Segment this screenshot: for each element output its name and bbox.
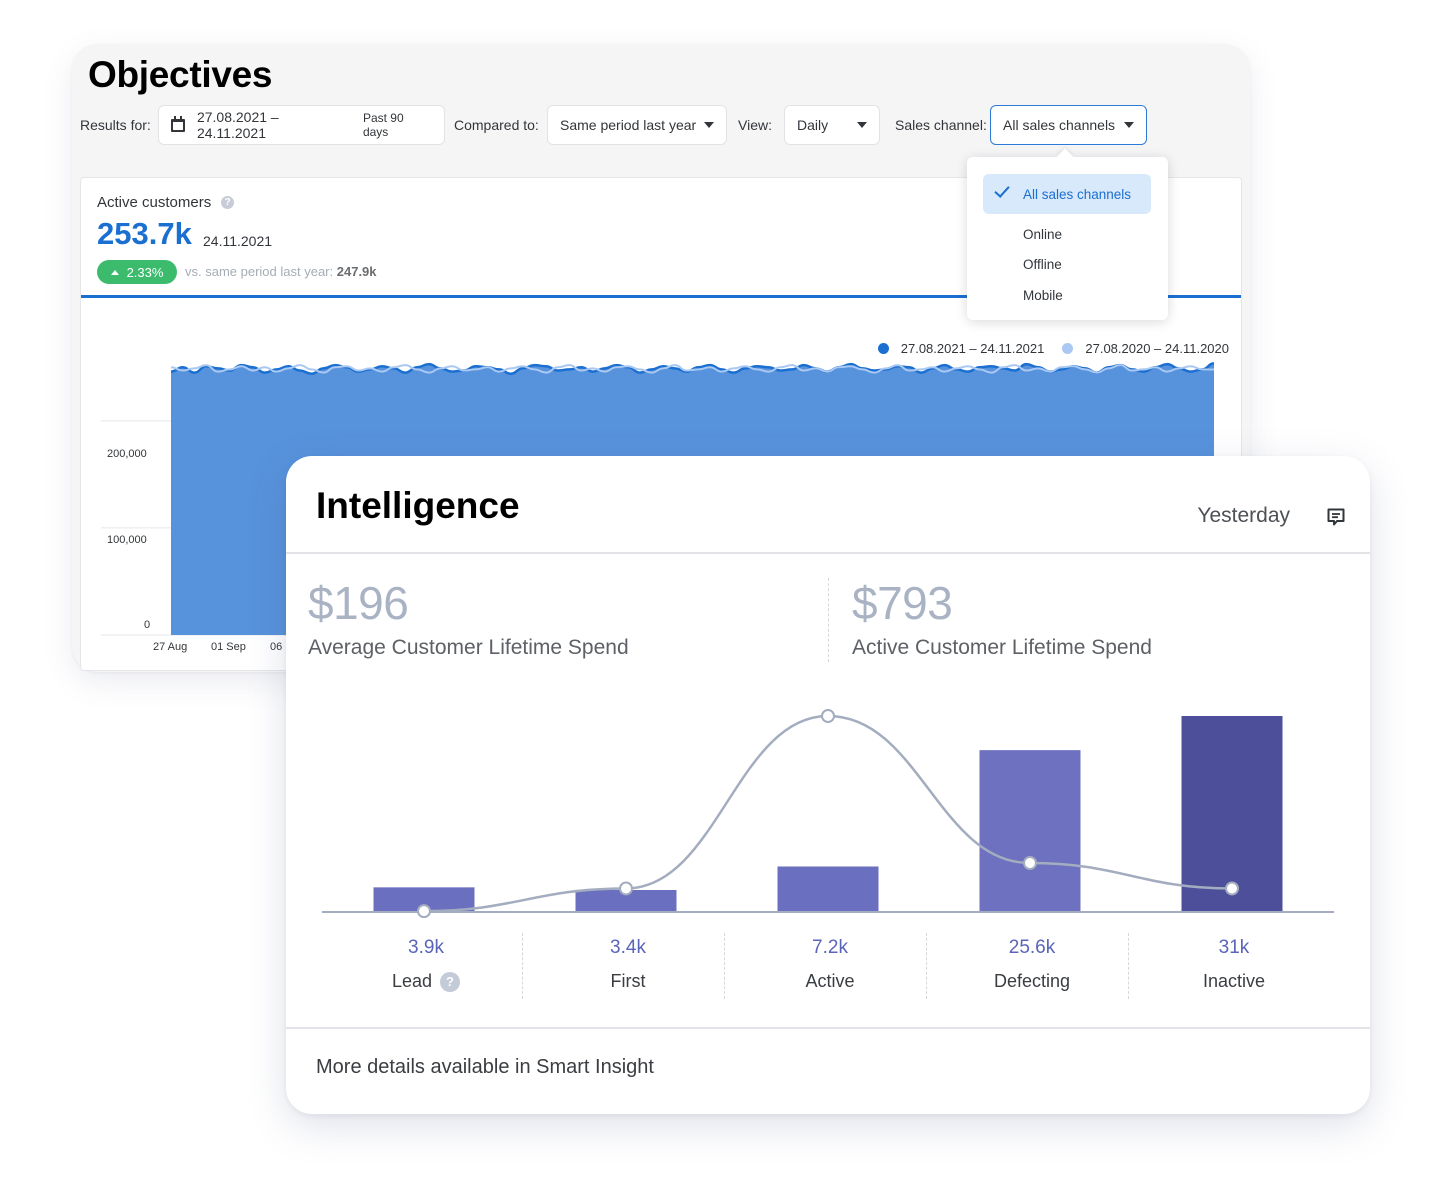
column-label: Inactive (1159, 971, 1309, 992)
curve-point-defecting (1023, 856, 1037, 870)
column-label-text: Lead (391, 971, 433, 991)
date-range-value: 27.08.2021 – 24.11.2021 (196, 109, 279, 141)
column-label-text: Active (805, 971, 855, 991)
dropdown-option-mobile[interactable]: Mobile (983, 275, 1151, 315)
column-value: 25.6k (1008, 937, 1056, 958)
y-tick-label: 0 (144, 619, 151, 631)
smart-insight-link[interactable]: More details available in Smart Insight (316, 1056, 654, 1079)
curve-point-first (619, 881, 633, 896)
compared-to-label: Compared to: (454, 117, 539, 133)
curve-point-lead (417, 904, 431, 919)
column-value: 3.9k (408, 937, 444, 958)
column-divider (926, 933, 927, 999)
results-for-label: Results for: (80, 117, 151, 133)
compared-to-select[interactable]: Same period last year (547, 105, 727, 145)
footer-divider (286, 1027, 1370, 1029)
bar-active[interactable] (777, 866, 879, 911)
option-label: Mobile (1023, 287, 1063, 303)
curve-point-active (821, 709, 835, 723)
x-tick-label: 06 (270, 641, 283, 653)
check-icon (994, 182, 1010, 198)
sales-channel-dropdown: All sales channels Online Offline Mobile (967, 157, 1168, 320)
x-tick-label: 27 Aug (153, 641, 188, 653)
help-icon[interactable]: ? (440, 971, 461, 992)
column-label-text: Defecting (993, 971, 1071, 991)
dropdown-option-all[interactable]: All sales channels (983, 174, 1151, 214)
column-label: Lead? (351, 971, 501, 992)
column-label: First (553, 971, 703, 992)
date-range-hint: Past 90 days (362, 111, 404, 139)
lifecycle-chart (322, 709, 1334, 919)
column-label: Active (755, 971, 905, 992)
column-divider (724, 933, 725, 999)
objectives-title: Objectives (88, 54, 273, 95)
column-label: Defecting (957, 971, 1107, 992)
column-label-text: Inactive (1202, 971, 1266, 991)
column-divider (1128, 933, 1129, 999)
view-label: View: (738, 117, 772, 133)
chevron-down-icon (704, 122, 714, 128)
column-label-text: First (610, 971, 646, 991)
sales-channel-label: Sales channel: (895, 117, 987, 133)
compared-to-value: Same period last year (560, 117, 697, 133)
chevron-down-icon (1124, 122, 1134, 128)
option-label: Offline (1023, 256, 1062, 272)
column-divider (522, 933, 523, 999)
curve-point-inactive (1225, 881, 1239, 896)
calendar-icon (171, 115, 185, 132)
column-value: 7.2k (812, 937, 848, 958)
option-label: All sales channels (1023, 186, 1132, 202)
sales-channel-value: All sales channels (1003, 117, 1116, 133)
sales-channel-select[interactable]: All sales channels (990, 105, 1147, 145)
view-select[interactable]: Daily (784, 105, 880, 145)
column-value: 31k (1218, 937, 1250, 958)
view-value: Daily (797, 117, 829, 133)
intelligence-card: Intelligence Yesterday $196 Average Cust… (286, 456, 1370, 1114)
chevron-down-icon (857, 122, 867, 128)
bar-defecting[interactable] (979, 750, 1081, 911)
date-range-picker[interactable]: 27.08.2021 – 24.11.2021 Past 90 days (158, 105, 445, 145)
option-label: Online (1023, 226, 1063, 242)
column-value: 3.4k (610, 937, 646, 958)
x-tick-label: 01 Sep (211, 641, 246, 653)
y-tick-label: 100,000 (107, 534, 147, 546)
y-tick-label: 200,000 (107, 448, 147, 460)
